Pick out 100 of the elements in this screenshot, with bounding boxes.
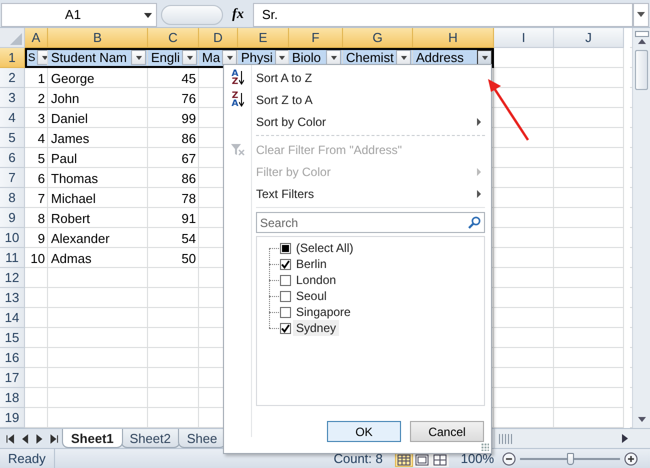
zoom-in-icon[interactable] [624, 452, 638, 466]
table-cell: 86 [182, 130, 196, 146]
checkbox-label[interactable]: Singapore [293, 304, 354, 320]
row-header[interactable]: 15 [0, 328, 25, 348]
filter-button[interactable] [274, 50, 288, 65]
filter-button[interactable] [396, 50, 411, 65]
table-cell: James [51, 130, 90, 146]
menu-item[interactable]: Z A Sort Z to A [224, 89, 485, 111]
row-header[interactable]: 8 [0, 188, 25, 208]
column-header[interactable]: D [199, 28, 238, 48]
menu-item[interactable]: Sort by Color [224, 111, 485, 133]
split-box[interactable] [634, 31, 648, 37]
scroll-thumb[interactable] [635, 50, 648, 90]
checkbox[interactable] [280, 258, 291, 270]
table-cell: Daniel [51, 110, 88, 126]
row-header[interactable]: 14 [0, 308, 25, 328]
down-arrow-icon [638, 417, 646, 422]
view-icon [396, 454, 411, 466]
table-cell: 67 [182, 150, 196, 166]
column-header[interactable]: A [25, 28, 48, 48]
table-cell: 1 [38, 70, 45, 86]
row-header[interactable]: 11 [0, 248, 25, 268]
column-header[interactable]: H [413, 28, 494, 48]
search-field[interactable]: Search [256, 212, 485, 233]
menu-item[interactable]: Text Filters [224, 183, 485, 205]
annotation-arrow [488, 79, 530, 141]
checkbox-label[interactable]: Seoul [293, 288, 330, 304]
sheet-tab[interactable]: Sheet2 [120, 429, 180, 448]
sheet-tab[interactable]: Sheet1 [62, 429, 123, 448]
column-header[interactable]: E [238, 28, 289, 48]
menu-item[interactable]: A Z Sort A to Z [224, 67, 485, 89]
checkbox-label[interactable]: London [293, 272, 340, 288]
row-header[interactable]: 6 [0, 148, 25, 168]
table-cell: 8 [38, 210, 45, 226]
table-cell: 10 [30, 250, 45, 266]
filter-button[interactable] [477, 50, 492, 65]
filter-button[interactable] [222, 50, 237, 65]
checkbox[interactable] [280, 306, 291, 318]
row-header[interactable]: 3 [0, 88, 25, 108]
horizontal-scrollbar[interactable] [494, 429, 650, 448]
checkbox[interactable] [280, 290, 291, 302]
row-header[interactable]: 18 [0, 388, 25, 408]
formula-input[interactable]: Sr. [253, 2, 633, 26]
row-header[interactable]: 7 [0, 168, 25, 188]
dialog-button[interactable]: OK [327, 421, 401, 442]
dialog-button[interactable]: Cancel [410, 421, 484, 442]
filter-button[interactable] [182, 50, 197, 65]
header-cell: Chemist [346, 50, 394, 65]
clear-filter-icon [231, 144, 245, 156]
caret-icon [279, 56, 286, 60]
checkbox[interactable] [280, 274, 291, 286]
table-cell: 5 [38, 150, 45, 166]
slider-thumb[interactable] [567, 452, 574, 464]
expand-button[interactable] [633, 2, 649, 26]
row-header[interactable]: 10 [0, 228, 25, 248]
zoom-out-icon[interactable] [502, 452, 516, 466]
column-header[interactable]: C [148, 28, 199, 48]
name-box[interactable]: A1 [1, 2, 157, 26]
row-header[interactable]: 13 [0, 288, 25, 308]
checkbox[interactable] [280, 322, 291, 334]
column-header[interactable]: J [554, 28, 624, 48]
table-cell: 91 [182, 210, 196, 226]
column-header[interactable]: F [289, 28, 343, 48]
row-header[interactable]: 17 [0, 368, 25, 388]
nav-arrow-icon[interactable] [50, 434, 58, 444]
row-header[interactable]: 16 [0, 348, 25, 368]
column-header[interactable]: B [48, 28, 148, 48]
row-header[interactable]: 4 [0, 108, 25, 128]
table-cell: 76 [182, 90, 196, 106]
resize-grip[interactable] [481, 443, 489, 451]
column-header[interactable]: G [343, 28, 413, 48]
table-cell: 50 [182, 250, 196, 266]
up-arrow-icon [638, 39, 646, 44]
header-cell: Ma [202, 50, 220, 65]
row-header[interactable]: 19 [0, 408, 25, 428]
checkbox-label[interactable]: Sydney [293, 320, 340, 336]
row-header[interactable]: 12 [0, 268, 25, 288]
row-header[interactable]: 1 [0, 48, 25, 68]
caret-icon [400, 56, 406, 60]
table-cell: 4 [38, 130, 45, 146]
nav-arrow-icon[interactable] [6, 434, 14, 444]
row-header[interactable]: 9 [0, 208, 25, 228]
zoom-level[interactable]: 100% [460, 451, 494, 466]
checkbox-label[interactable]: (Select All) [293, 240, 356, 256]
insert-function-button[interactable]: fx [227, 6, 249, 22]
splitter-handle[interactable] [161, 4, 223, 24]
row-header[interactable]: 2 [0, 68, 25, 88]
filter-button[interactable] [131, 50, 146, 65]
table-cell: George [51, 70, 94, 86]
table-cell: Alexander [51, 230, 110, 246]
row-header[interactable]: 5 [0, 128, 25, 148]
header-cell: Engli [151, 50, 180, 65]
caret-icon [226, 56, 233, 60]
filter-button[interactable] [326, 50, 341, 65]
table-cell: Admas [51, 250, 92, 266]
view-button[interactable] [394, 453, 413, 467]
column-header[interactable]: I [494, 28, 554, 48]
vertical-scrollbar[interactable] [632, 28, 650, 428]
triangle-icon [10, 33, 22, 45]
checkbox-label[interactable]: Berlin [293, 256, 330, 272]
